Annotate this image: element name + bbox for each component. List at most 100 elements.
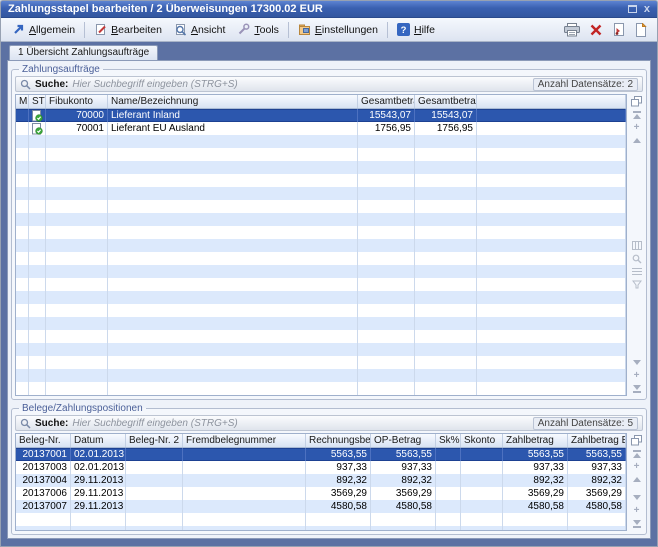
menu-item-einstellungen[interactable]: Einstellungen <box>292 21 384 38</box>
table-cell <box>358 148 415 161</box>
menu-item-label: Tools <box>254 24 279 36</box>
table-cell <box>16 356 29 369</box>
scroll-first-icon[interactable] <box>633 447 641 460</box>
orders-record-count-value: 2 <box>627 79 633 90</box>
scroll-up-icon[interactable] <box>633 473 641 486</box>
copy-grid-icon[interactable] <box>631 95 642 108</box>
add-row-icon[interactable]: + <box>634 504 640 517</box>
table-cell <box>477 356 626 369</box>
positions-record-count: Anzahl Datensätze: 5 <box>533 417 638 430</box>
search-icon <box>20 418 31 429</box>
table-cell <box>108 330 358 343</box>
table-cell <box>46 187 108 200</box>
table-cell <box>306 526 371 530</box>
table-row[interactable]: 2013700429.11.2013 /Fr892,32892,32892,32… <box>16 474 626 487</box>
column-header-filler <box>477 95 626 108</box>
scroll-down-icon[interactable] <box>633 491 641 504</box>
column-header-gesamtbetrag[interactable]: Gesamtbetrag <box>358 95 415 108</box>
column-header-skonto[interactable]: Skonto <box>461 434 503 447</box>
menu-item-bearbeiten[interactable]: Bearbeiten <box>88 21 168 38</box>
tab-overview-payment-orders[interactable]: 1 Übersicht Zahlungsaufträge <box>9 45 158 60</box>
search-icon <box>20 79 31 90</box>
table-cell <box>29 109 46 122</box>
new-document-icon[interactable] <box>635 23 647 37</box>
table-row[interactable]: 70000Lieferant Inland15543,0715543,07 <box>16 109 626 122</box>
column-header-datum[interactable]: Datum <box>71 434 126 447</box>
menu-item-tools[interactable]: Tools <box>231 21 285 38</box>
delete-icon[interactable] <box>590 24 602 36</box>
menu-separator <box>288 22 289 38</box>
table-cell <box>436 461 461 474</box>
print-icon[interactable] <box>564 23 580 37</box>
scroll-last-icon[interactable] <box>633 382 641 395</box>
menu-item-hilfe[interactable]: ?Hilfe <box>391 21 441 38</box>
table-cell <box>108 252 358 265</box>
table-cell: 02.01.2013 /Mi <box>71 461 126 474</box>
column-header-op-betrag[interactable]: OP-Betrag <box>371 434 436 447</box>
table-cell: 1756,95 <box>358 122 415 135</box>
grid-search-icon[interactable] <box>632 252 642 265</box>
table-cell <box>306 513 371 526</box>
table-cell <box>415 265 477 278</box>
column-header-zahlbetrag[interactable]: Zahlbetrag <box>503 434 568 447</box>
table-cell: 20137001 <box>16 448 71 461</box>
column-header-m[interactable]: M <box>16 95 29 108</box>
table-row[interactable]: 2013700302.01.2013 /Mi937,33937,33937,33… <box>16 461 626 474</box>
add-row-icon[interactable]: + <box>634 369 640 382</box>
positions-search-bar[interactable]: Suche: Hier Suchbegriff eingeben (STRG+S… <box>15 415 643 431</box>
column-header-beleg-nr-2[interactable]: Beleg-Nr. 2 <box>126 434 183 447</box>
table-cell: 20137004 <box>16 474 71 487</box>
table-cell <box>477 265 626 278</box>
workspace: 1 Übersicht Zahlungsaufträge Zahlungsauf… <box>1 42 657 546</box>
table-cell <box>461 448 503 461</box>
table-row[interactable]: 70001Lieferant EU Ausland1756,951756,95 <box>16 122 626 135</box>
table-row[interactable]: 2013700629.11.2013 /Fr3569,293569,293569… <box>16 487 626 500</box>
table-row[interactable]: 2013700102.01.2013 /Mi5563,555563,555563… <box>16 448 626 461</box>
table-cell <box>46 174 108 187</box>
column-header-beleg-nr-[interactable]: Beleg-Nr. <box>16 434 71 447</box>
table-cell: 937,33 <box>306 461 371 474</box>
table-cell <box>436 448 461 461</box>
table-cell <box>477 174 626 187</box>
column-header-fibukonto[interactable]: Fibukonto <box>46 95 108 108</box>
scroll-last-icon[interactable] <box>633 517 641 530</box>
column-header-fremdbelegnummer[interactable]: Fremdbelegnummer <box>183 434 306 447</box>
grid-filter-icon[interactable] <box>632 278 642 291</box>
post-document-icon[interactable] <box>612 23 625 37</box>
scroll-down-icon[interactable] <box>633 356 641 369</box>
table-row-empty <box>16 304 626 317</box>
table-cell <box>415 382 477 395</box>
column-header-sk-[interactable]: Sk% <box>436 434 461 447</box>
arrow-up-right-icon <box>12 23 25 36</box>
payment-orders-grid[interactable]: MSTFibukontoName/BezeichnungGesamtbetrag… <box>15 94 627 396</box>
grid-list-icon[interactable] <box>632 265 642 278</box>
table-cell <box>415 187 477 200</box>
menu-separator <box>387 22 388 38</box>
table-cell <box>29 265 46 278</box>
grid-columns-icon[interactable] <box>632 239 642 252</box>
table-cell <box>46 213 108 226</box>
insert-row-icon[interactable]: + <box>634 121 640 134</box>
maximize-button[interactable] <box>628 5 637 13</box>
close-button[interactable]: x <box>644 5 650 14</box>
column-header-rechnungsbetrag[interactable]: Rechnungsbetrag <box>306 434 371 447</box>
scroll-up-icon[interactable] <box>633 134 641 147</box>
table-row[interactable]: 2013700729.11.2013 /Fr4580,584580,584580… <box>16 500 626 513</box>
column-header-gesamtbetrag-euro[interactable]: Gesamtbetrag Euro <box>415 95 477 108</box>
table-cell <box>568 526 626 530</box>
table-cell <box>16 226 29 239</box>
column-header-zahlbetrag-euro[interactable]: Zahlbetrag Euro <box>568 434 626 447</box>
column-header-st[interactable]: ST <box>29 95 46 108</box>
orders-search-bar[interactable]: Suche: Hier Suchbegriff eingeben (STRG+S… <box>15 76 643 92</box>
scroll-first-icon[interactable] <box>633 108 641 121</box>
insert-row-icon[interactable]: + <box>634 460 640 473</box>
column-header-name-bezeichnung[interactable]: Name/Bezeichnung <box>108 95 358 108</box>
table-cell <box>29 174 46 187</box>
positions-grid-header: Beleg-Nr.DatumBeleg-Nr. 2Fremdbelegnumme… <box>16 434 626 448</box>
table-cell <box>415 148 477 161</box>
copy-grid-icon[interactable] <box>631 434 642 447</box>
table-cell <box>415 161 477 174</box>
menu-item-ansicht[interactable]: Ansicht <box>168 21 231 38</box>
positions-grid[interactable]: Beleg-Nr.DatumBeleg-Nr. 2Fremdbelegnumme… <box>15 433 627 531</box>
menu-item-allgemein[interactable]: Allgemein <box>6 21 81 38</box>
